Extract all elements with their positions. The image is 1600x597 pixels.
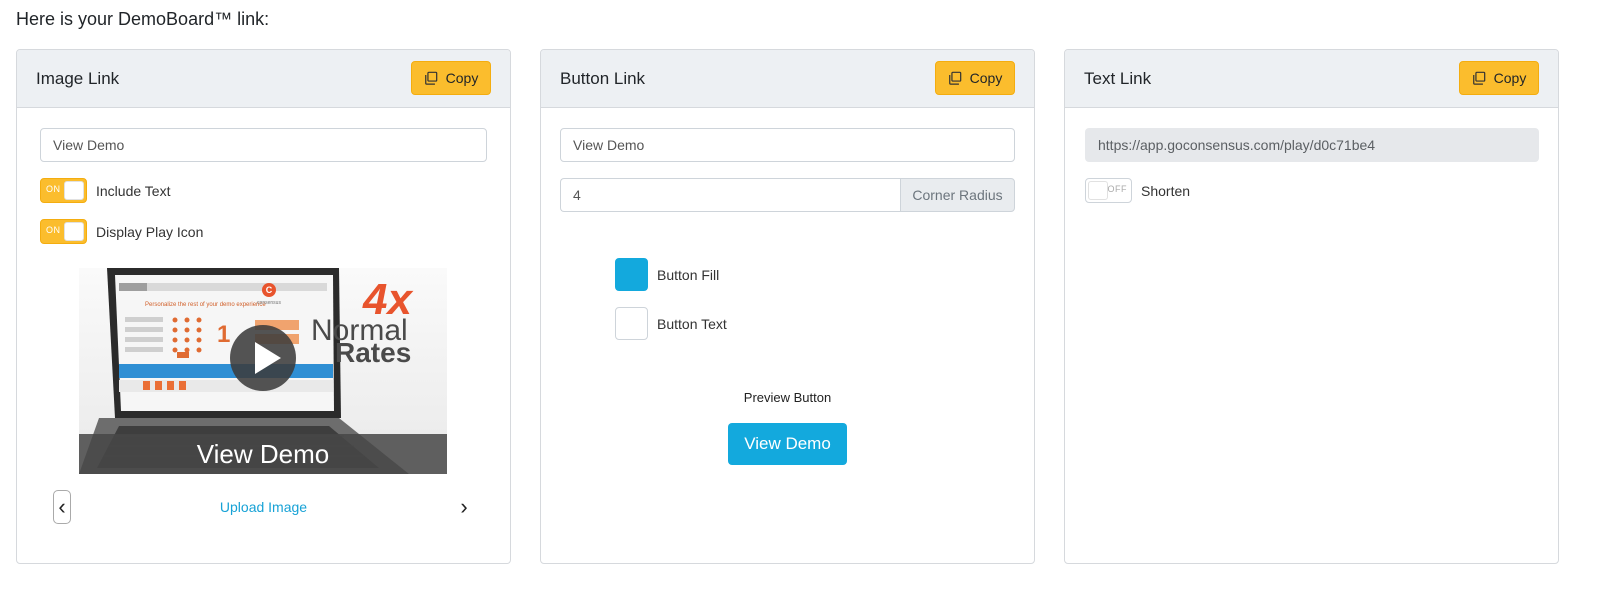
copy-button[interactable]: Copy xyxy=(411,61,491,95)
include-text-label: Include Text xyxy=(96,182,171,199)
copy-label: Copy xyxy=(969,70,1003,86)
button-fill-swatch[interactable] xyxy=(615,258,648,291)
button-link-card: Button Link Copy View Demo 4 Corner Radi… xyxy=(540,49,1035,564)
copy-label: Copy xyxy=(1493,70,1527,86)
display-play-icon-label: Display Play Icon xyxy=(96,223,204,240)
toggle-knob xyxy=(64,181,84,200)
include-text-toggle[interactable]: ON xyxy=(40,178,87,203)
brand-logo-text: consensus xyxy=(257,300,281,306)
text-link-card: Text Link Copy https://app.goconsensus.c… xyxy=(1064,49,1559,564)
display-play-icon-toggle[interactable]: ON xyxy=(40,219,87,244)
intro-text: Here is your DemoBoard™ link: xyxy=(16,9,270,29)
button-fill-row: Button Fill xyxy=(615,258,719,291)
card-title: Image Link xyxy=(36,69,120,88)
copy-label: Copy xyxy=(445,70,479,86)
image-caption: View Demo xyxy=(79,434,447,474)
shorten-toggle-row: OFF Shorten xyxy=(1085,178,1190,203)
shorten-toggle[interactable]: OFF xyxy=(1085,178,1132,203)
toggle-state: ON xyxy=(46,184,61,194)
button-fill-label: Button Fill xyxy=(657,266,720,283)
copy-icon xyxy=(1472,71,1485,85)
copy-icon xyxy=(424,71,437,85)
image-link-card: Image Link Copy View Demo ON Include Tex… xyxy=(16,49,511,564)
chevron-right-icon: › xyxy=(460,494,468,519)
toggle-state: ON xyxy=(46,225,61,235)
corner-radius-input-group: 4 Corner Radius xyxy=(560,178,1015,212)
preview-label: Preview Button xyxy=(743,390,832,405)
image-text-input[interactable]: View Demo xyxy=(40,128,487,162)
preview-button[interactable]: View Demo xyxy=(728,423,847,465)
toggle-knob xyxy=(1088,181,1108,200)
card-title: Text Link xyxy=(1084,69,1152,88)
button-text-row: Button Text xyxy=(615,307,727,340)
svg-text:C: C xyxy=(266,285,273,295)
next-image-button[interactable]: › xyxy=(455,490,473,524)
card-header: Image Link Copy xyxy=(17,50,510,108)
upload-image-link[interactable]: Upload Image xyxy=(17,499,510,515)
card-title: Button Link xyxy=(560,69,646,88)
copy-button[interactable]: Copy xyxy=(1459,61,1539,95)
screen-number: 1 xyxy=(217,321,230,348)
toggle-state: OFF xyxy=(1107,184,1127,194)
image-headline-2: Rates xyxy=(335,337,411,368)
include-text-toggle-row: ON Include Text xyxy=(40,178,170,203)
display-play-icon-toggle-row: ON Display Play Icon xyxy=(40,219,203,244)
button-text-input[interactable]: View Demo xyxy=(560,128,1015,162)
corner-radius-input[interactable]: 4 xyxy=(560,178,900,212)
copy-button[interactable]: Copy xyxy=(935,61,1015,95)
button-text-label: Button Text xyxy=(657,315,727,332)
corner-radius-addon: Corner Radius xyxy=(900,178,1015,212)
button-text-swatch[interactable] xyxy=(615,307,648,340)
shorten-label: Shorten xyxy=(1141,182,1191,199)
screen-title: Personalize the rest of your demo experi… xyxy=(145,302,266,308)
copy-icon xyxy=(948,71,961,85)
demo-preview-image: Personalize the rest of your demo experi… xyxy=(79,268,447,474)
card-header: Text Link Copy xyxy=(1065,50,1558,108)
toggle-knob xyxy=(64,222,84,241)
url-field[interactable]: https://app.goconsensus.com/play/d0c71be… xyxy=(1085,128,1539,162)
card-header: Button Link Copy xyxy=(541,50,1034,108)
play-icon xyxy=(230,325,296,391)
